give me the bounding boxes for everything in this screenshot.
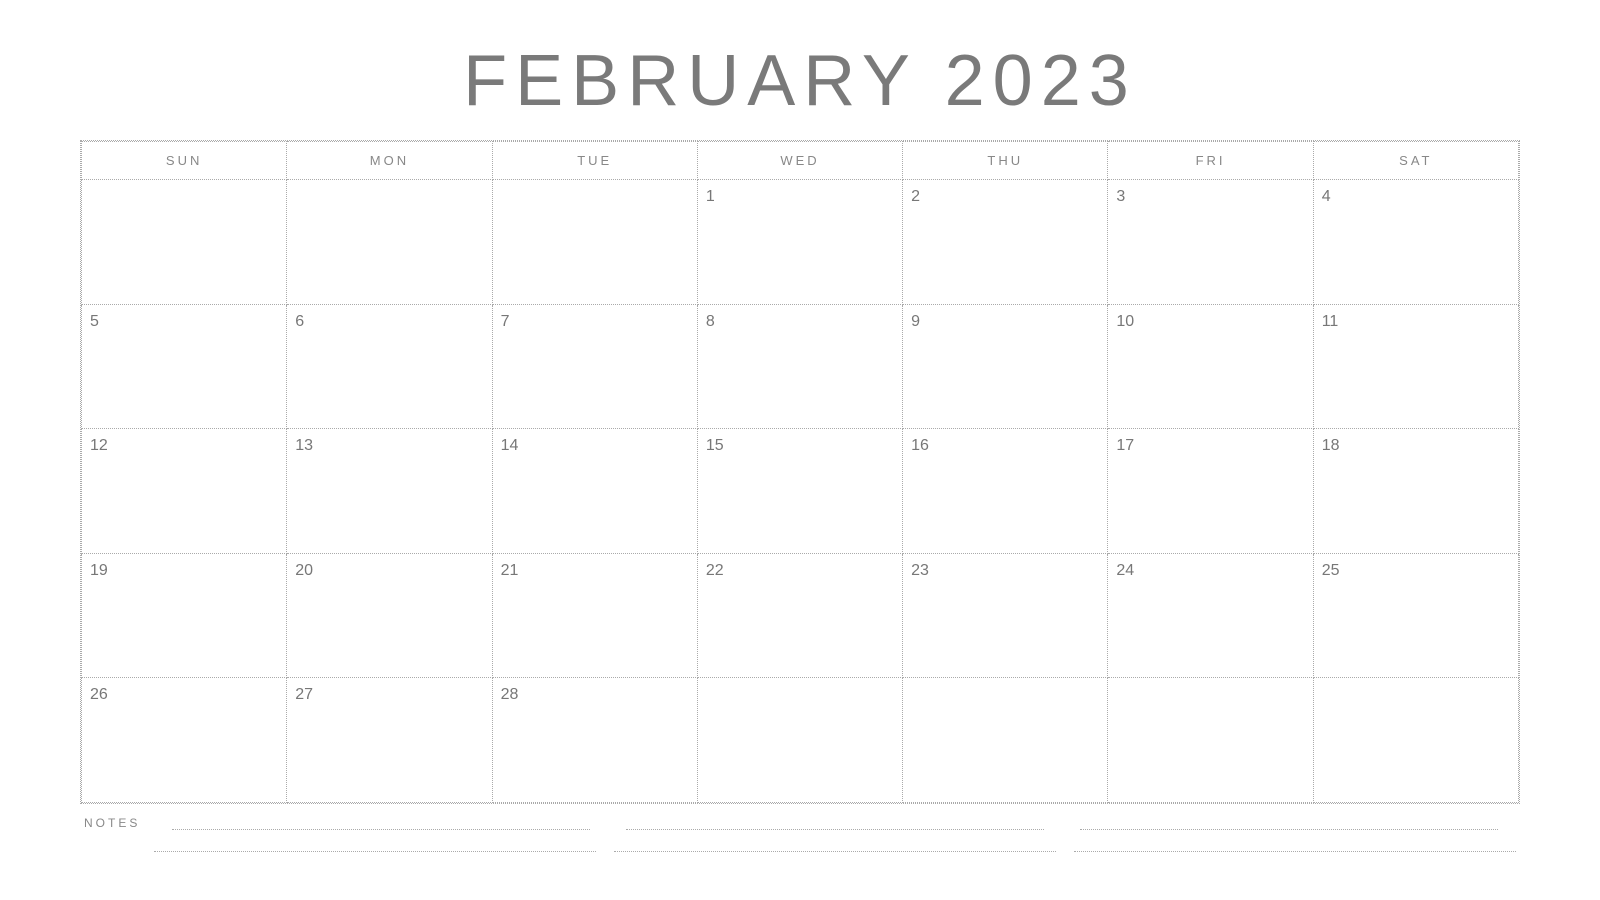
day-number: 5 <box>90 313 99 330</box>
day-cell-1-6: 3 <box>1108 180 1313 305</box>
week-row-1: 1 2 3 4 <box>82 180 1519 305</box>
notes-row-1: NOTES <box>84 816 1516 830</box>
day-cell-4-6: 24 <box>1108 553 1313 678</box>
day-cell-4-2: 20 <box>287 553 492 678</box>
notes-line-6 <box>1074 838 1516 852</box>
day-cell-2-3: 7 <box>492 304 697 429</box>
day-cell-3-4: 15 <box>697 429 902 554</box>
notes-row-2 <box>84 838 1516 852</box>
week-row-5: 26 27 28 <box>82 678 1519 803</box>
day-cell-5-2: 27 <box>287 678 492 803</box>
notes-line-4 <box>154 838 596 852</box>
day-number: 7 <box>501 313 510 330</box>
day-cell-1-4: 1 <box>697 180 902 305</box>
day-number: 1 <box>706 188 715 205</box>
day-cell-3-1: 12 <box>82 429 287 554</box>
day-number: 28 <box>501 686 519 703</box>
day-number: 27 <box>295 686 313 703</box>
day-number: 3 <box>1116 188 1125 205</box>
day-cell-5-5 <box>903 678 1108 803</box>
header-sun: SUN <box>82 142 287 180</box>
day-number: 17 <box>1116 437 1134 454</box>
day-cell-1-3 <box>492 180 697 305</box>
day-number: 26 <box>90 686 108 703</box>
day-number: 16 <box>911 437 929 454</box>
day-cell-4-1: 19 <box>82 553 287 678</box>
day-cell-5-3: 28 <box>492 678 697 803</box>
day-cell-1-5: 2 <box>903 180 1108 305</box>
day-number: 25 <box>1322 562 1340 579</box>
week-row-4: 19 20 21 22 23 24 25 <box>82 553 1519 678</box>
week-row-3: 12 13 14 15 16 17 18 <box>82 429 1519 554</box>
day-cell-2-2: 6 <box>287 304 492 429</box>
day-cell-4-7: 25 <box>1313 553 1518 678</box>
day-cell-4-4: 22 <box>697 553 902 678</box>
header-tue: TUE <box>492 142 697 180</box>
day-cell-4-5: 23 <box>903 553 1108 678</box>
day-cell-1-1 <box>82 180 287 305</box>
day-cell-5-6 <box>1108 678 1313 803</box>
day-cell-3-2: 13 <box>287 429 492 554</box>
day-number: 24 <box>1116 562 1134 579</box>
day-cell-5-1: 26 <box>82 678 287 803</box>
day-cell-3-3: 14 <box>492 429 697 554</box>
notes-line-3 <box>1080 816 1498 830</box>
header-mon: MON <box>287 142 492 180</box>
day-number: 11 <box>1322 313 1339 330</box>
day-cell-3-5: 16 <box>903 429 1108 554</box>
day-cell-2-1: 5 <box>82 304 287 429</box>
day-cell-2-4: 8 <box>697 304 902 429</box>
calendar-title: FEBRUARY 2023 <box>80 40 1520 122</box>
day-cell-3-6: 17 <box>1108 429 1313 554</box>
day-number: 14 <box>501 437 519 454</box>
day-cell-2-7: 11 <box>1313 304 1518 429</box>
header-wed: WED <box>697 142 902 180</box>
day-number: 4 <box>1322 188 1331 205</box>
day-number: 9 <box>911 313 920 330</box>
day-number: 22 <box>706 562 724 579</box>
notes-section: NOTES <box>80 816 1520 860</box>
day-cell-2-6: 10 <box>1108 304 1313 429</box>
calendar-table: SUNMONTUEWEDTHUFRISAT 123456789101112131… <box>81 141 1519 803</box>
day-number: 2 <box>911 188 920 205</box>
calendar-page: FEBRUARY 2023 SUNMONTUEWEDTHUFRISAT 1234… <box>40 20 1560 880</box>
day-number: 8 <box>706 313 715 330</box>
notes-line-5 <box>614 838 1056 852</box>
notes-label: NOTES <box>84 816 144 830</box>
day-number: 15 <box>706 437 724 454</box>
day-number: 6 <box>295 313 304 330</box>
day-number: 20 <box>295 562 313 579</box>
day-number: 21 <box>501 562 519 579</box>
day-number: 23 <box>911 562 929 579</box>
notes-line-1 <box>172 816 590 830</box>
header-sat: SAT <box>1313 142 1518 180</box>
calendar-grid: SUNMONTUEWEDTHUFRISAT 123456789101112131… <box>80 140 1520 804</box>
header-fri: FRI <box>1108 142 1313 180</box>
header-row: SUNMONTUEWEDTHUFRISAT <box>82 142 1519 180</box>
day-cell-1-2 <box>287 180 492 305</box>
day-cell-1-7: 4 <box>1313 180 1518 305</box>
header-thu: THU <box>903 142 1108 180</box>
day-number: 10 <box>1116 313 1134 330</box>
day-cell-2-5: 9 <box>903 304 1108 429</box>
day-number: 13 <box>295 437 313 454</box>
day-cell-3-7: 18 <box>1313 429 1518 554</box>
day-cell-5-4 <box>697 678 902 803</box>
day-cell-4-3: 21 <box>492 553 697 678</box>
day-cell-5-7 <box>1313 678 1518 803</box>
day-number: 12 <box>90 437 108 454</box>
notes-line-2 <box>626 816 1044 830</box>
day-number: 18 <box>1322 437 1340 454</box>
day-number: 19 <box>90 562 108 579</box>
week-row-2: 5 6 7 8 9 10 11 <box>82 304 1519 429</box>
